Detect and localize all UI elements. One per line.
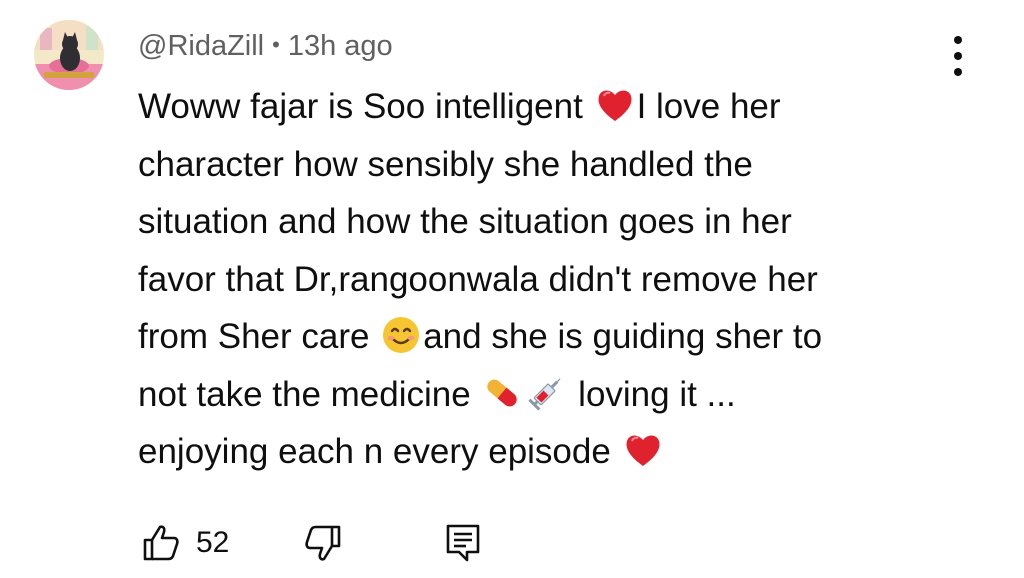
author-name[interactable]: @RidaZill: [138, 30, 264, 62]
comment-line-text: and she is guiding sher to: [423, 317, 823, 356]
comment-item: @RidaZill • 13h ago Woww fajar is Soo inte…: [0, 0, 1024, 578]
comment-line-text: loving it ...: [568, 374, 736, 414]
separator-dot: •: [272, 32, 280, 57]
reply-comment-icon: [446, 524, 480, 562]
comment-line: favor that Dr,rangoonwala didn't remove …: [138, 251, 998, 309]
comment-line: not take the medicine loving it ...: [138, 366, 998, 424]
syringe-icon: [526, 373, 566, 413]
comment-line-text: situation and how the situation goes in …: [138, 202, 792, 241]
more-options-button[interactable]: [940, 36, 976, 76]
reply-button[interactable]: [440, 520, 486, 566]
comment-actions: 52: [138, 520, 486, 566]
comment-line-text: not take the medicine: [138, 374, 481, 414]
smiling-face-icon: [381, 315, 421, 355]
like-button[interactable]: [138, 520, 184, 566]
vertical-dots-icon: [954, 36, 962, 44]
red-heart-icon: [623, 430, 663, 470]
comment-time: 13h ago: [287, 30, 393, 62]
like-count: 52: [196, 526, 230, 559]
comment-line: enjoying each n every episode: [138, 423, 998, 481]
comment-line: situation and how the situation goes in …: [138, 193, 998, 251]
comment-line-text: favor that Dr,rangoonwala didn't remove …: [138, 259, 818, 299]
red-heart-icon: [595, 85, 635, 125]
dislike-button[interactable]: [300, 520, 346, 566]
comment-line-text: Woww fajar is Soo intelligent: [138, 87, 593, 126]
thumbs-up-icon: [143, 525, 179, 561]
comment-text: Woww fajar is Soo intelligent I love her…: [138, 78, 998, 481]
avatar[interactable]: [34, 20, 104, 90]
comment-line-text: from Sher care: [138, 317, 380, 356]
comment-header: @RidaZill • 13h ago: [138, 26, 393, 65]
avatar-cat-image: [34, 20, 104, 90]
comment-line-text: character how sensibly she handled the: [138, 144, 753, 184]
comment-line-text: I love her: [636, 87, 781, 126]
comment-line: character how sensibly she handled the: [138, 136, 998, 194]
thumbs-down-icon: [305, 525, 341, 561]
pill-icon: [482, 373, 522, 413]
comment-line-text: enjoying each n every episode: [138, 432, 621, 471]
vertical-dots-icon-dot: [954, 52, 962, 60]
comment-line: Woww fajar is Soo intelligent I love her: [138, 78, 998, 136]
vertical-dots-icon-dot: [954, 68, 962, 76]
comment-line: from Sher care and she is guiding sher t…: [138, 308, 998, 366]
